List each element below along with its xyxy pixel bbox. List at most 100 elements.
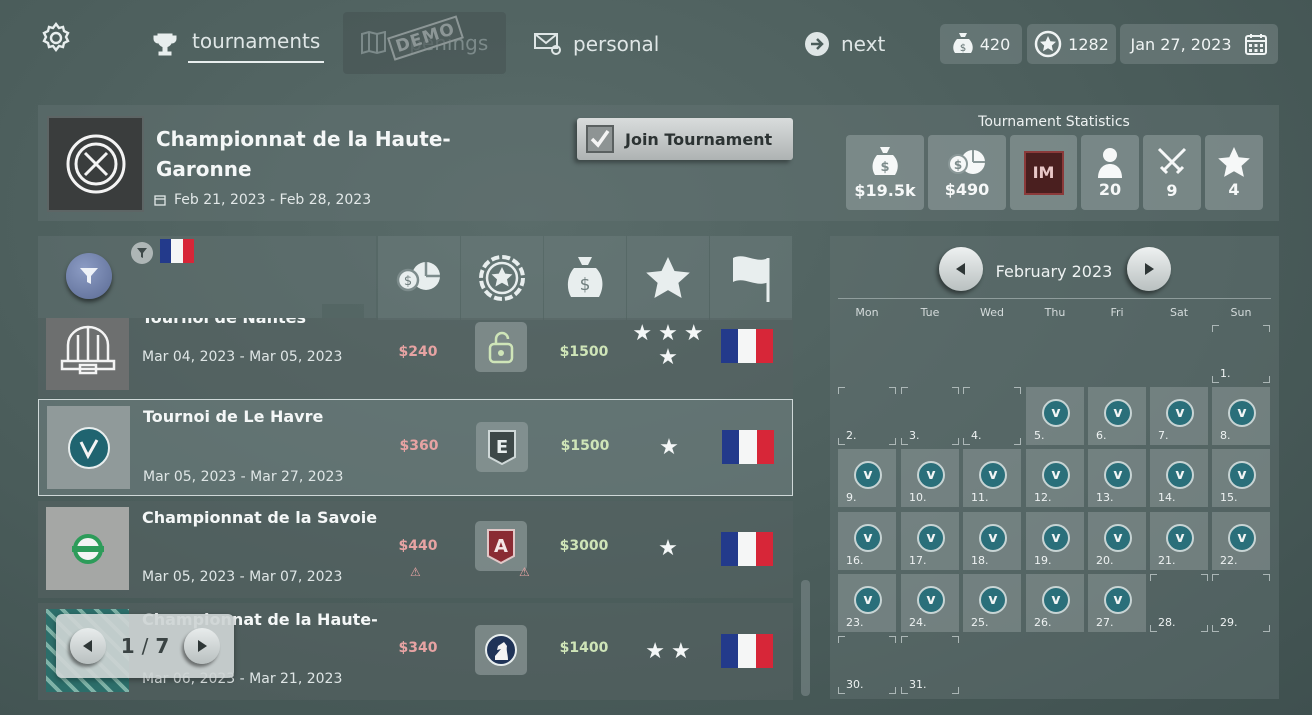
next-page-button[interactable] — [184, 628, 220, 664]
triangle-right-icon — [1142, 262, 1156, 276]
calendar-cell-corner — [1014, 438, 1021, 445]
join-tournament-button[interactable]: Join Tournament — [577, 118, 793, 160]
list-scrollbar[interactable] — [801, 580, 810, 696]
star-icon: ★ — [683, 321, 704, 346]
star-icon: ★ — [658, 345, 678, 370]
calendar-day[interactable]: v 21. — [1150, 512, 1208, 570]
calendar-day[interactable]: v 23. — [838, 574, 896, 632]
featured-tournament-dates: Feb 21, 2023 - Feb 28, 2023 — [174, 192, 372, 208]
tournament-row[interactable]: Championnat de la Savoie Mar 05, 2023 - … — [38, 501, 793, 598]
panel-notch — [310, 236, 376, 318]
tab-tournaments[interactable]: tournaments — [152, 22, 325, 66]
calendar-day[interactable]: v 18. — [963, 512, 1021, 570]
calendar-day[interactable]: v 17. — [901, 512, 959, 570]
calendar-cell-corner — [1212, 625, 1219, 632]
prev-page-button[interactable] — [70, 628, 106, 664]
col-rating-header[interactable] — [461, 236, 543, 320]
calendar-day[interactable]: v 25. — [963, 574, 1021, 632]
calendar-day-number: 7. — [1158, 429, 1169, 442]
triangle-left-icon — [81, 639, 95, 653]
tournament-dates: Mar 05, 2023 - Mar 07, 2023 — [142, 569, 343, 585]
join-tournament-label: Join Tournament — [625, 129, 773, 149]
tournament-row[interactable]: Tournoi de Nantes Mar 04, 2023 - Mar 05,… — [38, 318, 793, 398]
calendar-day[interactable]: v 26. — [1026, 574, 1084, 632]
x-circle-logo-icon — [65, 133, 127, 195]
col-prize-header[interactable]: $ — [544, 236, 626, 320]
col-stars-header[interactable] — [627, 236, 709, 320]
tournament-fee: $360 — [399, 438, 439, 454]
calendar-day[interactable]: v 13. — [1088, 449, 1146, 507]
tournament-stars: ★ — [626, 538, 710, 560]
coin-pie-icon: $ — [394, 258, 444, 298]
calendar-day[interactable]: v 19. — [1026, 512, 1084, 570]
calendar-day[interactable]: v 24. — [901, 574, 959, 632]
tournament-dates: Mar 05, 2023 - Mar 27, 2023 — [143, 469, 344, 485]
star-circle-icon — [477, 253, 527, 303]
svg-text:$: $ — [960, 43, 966, 54]
tab-openings[interactable]: openings DEMO — [343, 12, 506, 74]
calendar-day[interactable]: v 10. — [901, 449, 959, 507]
stat-entry-fee-value: $490 — [944, 180, 990, 199]
weekday-label: Tue — [920, 306, 940, 319]
calendar-cell-corner — [1150, 574, 1157, 581]
rating-pill: 1282 — [1027, 24, 1116, 64]
calendar-day[interactable]: v 12. — [1026, 449, 1084, 507]
star-icon — [645, 256, 691, 300]
star-icon: ★ — [645, 639, 665, 664]
calendar-day[interactable]: v 5. — [1026, 387, 1084, 445]
tab-personal[interactable]: personal — [533, 22, 659, 66]
calendar-day[interactable]: v 22. — [1212, 512, 1270, 570]
calendar-day[interactable]: v 14. — [1150, 449, 1208, 507]
svg-text:$: $ — [580, 275, 591, 295]
stat-players-value: 20 — [1098, 180, 1122, 199]
calendar-day[interactable]: v 8. — [1212, 387, 1270, 445]
calendar-divider — [838, 298, 1271, 299]
star-icon: ★ — [632, 321, 653, 346]
v-circle-logo-icon — [47, 406, 130, 489]
calendar-day[interactable]: v 20. — [1088, 512, 1146, 570]
star-icon: ★ — [659, 435, 679, 460]
tournament-event-icon: v — [1228, 461, 1256, 489]
page-indicator: 1 / 7 — [121, 634, 170, 658]
calendar-day[interactable]: v 9. — [838, 449, 896, 507]
weekday-label: Sat — [1169, 306, 1189, 319]
col-entry-fee-header[interactable]: $ — [378, 236, 460, 320]
stat-rounds: 9 — [1143, 135, 1201, 210]
tournament-event-icon: v — [854, 524, 882, 552]
calendar-day[interactable]: v 15. — [1212, 449, 1270, 507]
calendar-day: 29. — [1212, 574, 1270, 632]
calendar-day[interactable]: v 27. — [1088, 574, 1146, 632]
active-filter-icon — [131, 242, 153, 264]
tournament-event-icon: v — [979, 461, 1007, 489]
savoie-logo-icon — [46, 507, 129, 590]
tournament-event-icon: v — [1042, 524, 1070, 552]
unlock-badge-icon — [475, 322, 527, 372]
calendar-cell-corner — [1263, 574, 1270, 581]
calendar-day[interactable]: v 7. — [1150, 387, 1208, 445]
featured-tournament-logo — [47, 116, 144, 212]
calendar-day-number: 28. — [1158, 616, 1176, 629]
calendar-day[interactable]: v 6. — [1088, 387, 1146, 445]
stat-entry-fee: $ $490 — [928, 135, 1006, 210]
calendar-cell-corner — [901, 438, 908, 445]
calendar-day-number: 10. — [909, 491, 927, 504]
calendar-day-number: 18. — [971, 554, 989, 567]
settings-gear-icon[interactable] — [38, 20, 74, 56]
next-button[interactable]: next — [803, 22, 885, 66]
calendar-cell-corner — [1201, 625, 1208, 632]
prev-month-button[interactable] — [939, 247, 983, 291]
france-flag-filter-icon — [160, 239, 194, 263]
triangle-right-icon — [195, 639, 209, 653]
col-country-header[interactable] — [710, 236, 792, 320]
filter-button[interactable] — [66, 253, 112, 299]
date-pill[interactable]: Jan 27, 2023 — [1120, 24, 1278, 64]
tournament-row[interactable]: Tournoi de Le Havre Mar 05, 2023 - Mar 2… — [38, 399, 793, 496]
calendar-day-number: 16. — [846, 554, 864, 567]
next-month-button[interactable] — [1127, 247, 1171, 291]
calendar-day-number: 29. — [1220, 616, 1238, 629]
tournament-name: Tournoi de Nantes — [142, 318, 306, 327]
calendar-day[interactable]: v 11. — [963, 449, 1021, 507]
calendar-cell-corner — [901, 387, 908, 394]
calendar-day-number: 8. — [1220, 429, 1231, 442]
calendar-day[interactable]: v 16. — [838, 512, 896, 570]
